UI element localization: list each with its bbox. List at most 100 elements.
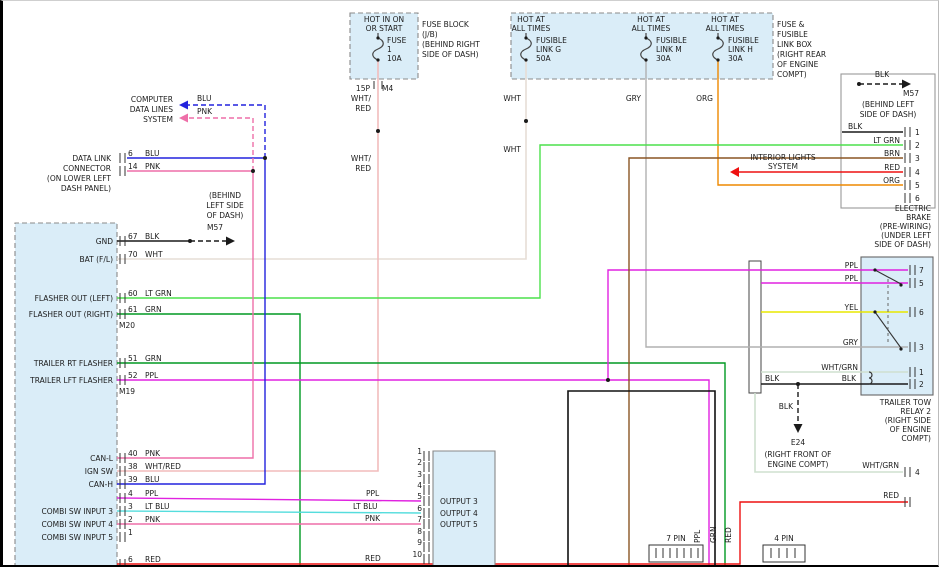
pin-number: 4 bbox=[915, 468, 920, 477]
pin-number: 60 bbox=[128, 289, 138, 298]
pin-number: 6 bbox=[128, 555, 133, 564]
pin-number: 3 bbox=[915, 154, 920, 163]
wire-label-pnk: PNK bbox=[365, 514, 381, 523]
junction-dot bbox=[796, 382, 800, 386]
pin-number: 4 bbox=[417, 481, 422, 490]
hot-at-all-times-header: HOT ATALL TIMES bbox=[512, 15, 551, 33]
pin-number: 51 bbox=[128, 354, 138, 363]
pin-number: 2 bbox=[919, 380, 924, 389]
wire-color-label: LT GRN bbox=[873, 136, 900, 145]
pin-number: 6 bbox=[915, 194, 920, 203]
output-4-label: OUTPUT 4 bbox=[440, 509, 478, 518]
wire-wht-bat bbox=[117, 60, 526, 259]
junction-dot bbox=[524, 119, 528, 123]
pin-number: 7 bbox=[417, 515, 422, 524]
data-link-connector-label: DATA LINKCONNECTOR(ON LOWER LEFTDASH PAN… bbox=[47, 154, 112, 193]
wire-ppl-output3 bbox=[117, 498, 421, 501]
computer-data-lines-label: COMPUTERDATA LINESSYSTEM bbox=[130, 95, 173, 124]
wire-color-label: LT BLU bbox=[145, 502, 170, 511]
arrow-left-icon bbox=[179, 114, 188, 123]
wire-color-label: PNK bbox=[145, 515, 161, 524]
wire-color-label: PPL bbox=[845, 274, 859, 283]
wire-color-label: PPL bbox=[145, 371, 159, 380]
pin-number: 6 bbox=[128, 149, 133, 158]
wire-label-pnk: PNK bbox=[197, 107, 213, 116]
wire-color-label: ORG bbox=[883, 176, 900, 185]
ecu-row-name: FLASHER OUT (LEFT) bbox=[35, 294, 113, 303]
wire-grn-flasher-right bbox=[117, 314, 300, 566]
pin-number: 4 bbox=[915, 168, 920, 177]
wire-color-label: GRN bbox=[145, 354, 162, 363]
pin-number: 14 bbox=[128, 162, 138, 171]
wire-label-blk: BLK bbox=[765, 374, 780, 383]
wire-label-red: RED bbox=[365, 554, 381, 563]
wire-label-lt-blu: LT BLU bbox=[353, 502, 378, 511]
ecu-row-name: CAN-H bbox=[89, 480, 113, 489]
connector-m57-label: M57 bbox=[207, 223, 223, 232]
hot-at-all-times-header: HOT ATALL TIMES bbox=[632, 15, 671, 33]
wire-label-ppl: PPL bbox=[366, 489, 380, 498]
wire-color-label: RED bbox=[145, 555, 161, 564]
fuse-block-header: HOT IN ONOR START bbox=[364, 15, 404, 33]
ecu-row-name: TRAILER RT FLASHER bbox=[33, 359, 113, 368]
connector-15p-label: 15P bbox=[356, 84, 371, 93]
pin-number: 70 bbox=[128, 250, 138, 259]
wire-color-label: BLK bbox=[842, 374, 857, 383]
pin-number: 10 bbox=[412, 550, 422, 559]
four-pin-label: 4 PIN bbox=[774, 534, 794, 543]
fusible-link-box-note: FUSE &FUSIBLELINK BOX(RIGHT REAROF ENGIN… bbox=[777, 20, 826, 79]
arrow-left-icon bbox=[730, 167, 739, 177]
pin-number: 4 bbox=[128, 489, 133, 498]
junction-dot bbox=[188, 239, 192, 243]
wire-color-label: PNK bbox=[145, 449, 161, 458]
ecu-row-name: COMBI SW INPUT 5 bbox=[42, 533, 114, 542]
fuse-terminal-dot bbox=[524, 36, 527, 39]
seven-pin-label: 7 PIN bbox=[666, 534, 686, 543]
fuse-terminal-dot bbox=[376, 58, 379, 61]
ecu-row-name: COMBI SW INPUT 4 bbox=[42, 520, 114, 529]
pin-number: 52 bbox=[128, 371, 138, 380]
pin-number: 40 bbox=[128, 449, 138, 458]
wire-label-wht: WHT bbox=[503, 94, 521, 103]
pin-number: 1 bbox=[128, 528, 133, 537]
electric-brake-note: ELECTRICBRAKE(PRE-WIRING)(UNDER LEFTSIDE… bbox=[874, 204, 931, 249]
connector-m4-label: M4 bbox=[382, 84, 393, 93]
output-5-label: OUTPUT 5 bbox=[440, 520, 478, 529]
ground-arrow-icon bbox=[794, 424, 803, 433]
wire-color-label: RED bbox=[884, 163, 900, 172]
connector-m19-label: M19 bbox=[119, 387, 135, 396]
pin-number: 5 bbox=[417, 492, 422, 501]
ecu-row-name: IGN SW bbox=[85, 467, 114, 476]
output-3-label: OUTPUT 3 bbox=[440, 497, 478, 506]
trailer-tow-relay-note: TRAILER TOWRELAY 2(RIGHT SIDEOF ENGINECO… bbox=[879, 398, 932, 443]
ecu-row-name: CAN-L bbox=[90, 454, 114, 463]
wire-color-label: LT GRN bbox=[145, 289, 172, 298]
junction-dot bbox=[263, 156, 267, 160]
wire-color-label: GRY bbox=[843, 338, 859, 347]
wire-label-blk: BLK bbox=[875, 70, 890, 79]
pin-number: 5 bbox=[919, 279, 924, 288]
wire-color-label: WHT/RED bbox=[145, 462, 181, 471]
wire-label-wht-red: WHT/RED bbox=[351, 94, 372, 113]
fuse-block-note: FUSE BLOCK(J/B)(BEHIND RIGHTSIDE OF DASH… bbox=[422, 20, 480, 59]
pin-number: 61 bbox=[128, 305, 138, 314]
junction-dot bbox=[857, 82, 861, 86]
relay-contact-dot bbox=[899, 283, 902, 286]
ground-e24-label: E24 bbox=[791, 438, 806, 447]
connector-m20-label: M20 bbox=[119, 321, 135, 330]
ecu-row-name: TRAILER LFT FLASHER bbox=[29, 376, 113, 385]
wire-color-label: WHT bbox=[145, 250, 163, 259]
fuse-terminal-dot bbox=[524, 58, 527, 61]
junction-dot bbox=[376, 129, 380, 133]
wire-label-blu: BLU bbox=[145, 149, 159, 158]
pin-number: 6 bbox=[919, 308, 924, 317]
four-pin-connector bbox=[763, 545, 805, 562]
arrow-left-icon bbox=[179, 101, 188, 110]
fuse-terminal-dot bbox=[716, 58, 719, 61]
wire-color-label: GRN bbox=[145, 305, 162, 314]
m57-note: (BEHIND LEFTSIDE OF DASH) bbox=[860, 100, 917, 119]
pin-number: 3 bbox=[919, 343, 924, 352]
pin-number: 2 bbox=[128, 515, 133, 524]
fuse-terminal-dot bbox=[376, 36, 379, 39]
wire-ppl-trailer-lft bbox=[117, 380, 709, 566]
